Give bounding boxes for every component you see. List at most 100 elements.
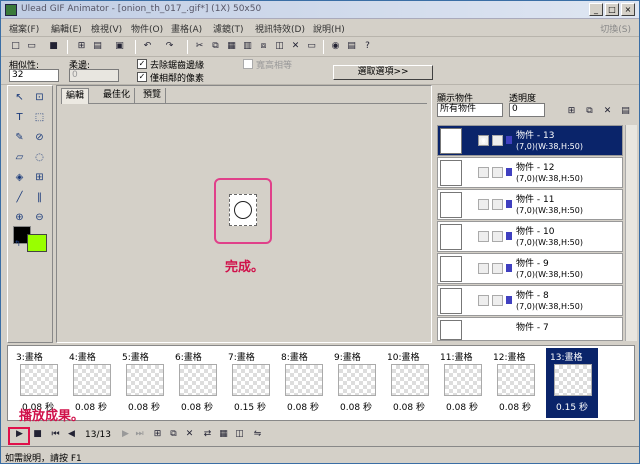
open-file-icon[interactable]: ▭ [25, 40, 38, 53]
tab-edit[interactable]: 編輯 [61, 88, 90, 104]
add-video-icon[interactable]: ▤ [91, 40, 104, 53]
object-list-scrollbar[interactable] [625, 125, 637, 341]
visibility-icon[interactable] [478, 167, 489, 178]
display-objects-select[interactable]: 所有物件 [437, 103, 503, 117]
next-frame-icon[interactable]: ▶ [119, 428, 132, 441]
lock-icon[interactable] [492, 295, 503, 306]
zoom-out-tool-icon[interactable]: ⊖ [32, 210, 47, 225]
background-color-swatch[interactable] [27, 234, 47, 252]
text-tool-icon[interactable]: T [12, 110, 27, 125]
add-image-icon[interactable]: ⊞ [75, 40, 88, 53]
copy-icon[interactable]: ⧉ [209, 40, 222, 53]
redo-icon[interactable]: ↷ [163, 40, 176, 53]
menu-video-effects[interactable]: 視訊特效(D) [255, 22, 305, 35]
same-size-checkbox[interactable] [243, 59, 253, 69]
menu-help[interactable]: 說明(H) [313, 22, 345, 35]
zoom-in-tool-icon[interactable]: ⊕ [12, 210, 27, 225]
opacity-input[interactable]: 0 [509, 103, 545, 117]
similarity-input[interactable]: 32 [9, 69, 59, 82]
select-options-button[interactable]: 選取選項>> [333, 65, 433, 80]
menu-file[interactable]: 檔案(F) [9, 22, 39, 35]
tab-preview[interactable]: 預覽 [139, 88, 167, 104]
frame-11[interactable]: 11:畫格 0.08 秒 [436, 348, 488, 418]
object-item-10[interactable]: 物件 - 10 (7,0)(W:38,H:50) [437, 221, 623, 252]
new-file-icon[interactable]: □ [9, 40, 22, 53]
menu-frame[interactable]: 畫格(A) [171, 22, 202, 35]
frame-10[interactable]: 10:畫格 0.08 秒 [383, 348, 435, 418]
first-frame-icon[interactable]: ⏮ [49, 428, 62, 441]
frame-13[interactable]: 13:畫格 0.15 秒 [546, 348, 598, 418]
visibility-icon[interactable] [478, 199, 489, 210]
delete-object-icon[interactable]: ✕ [601, 105, 614, 118]
duplicate-icon[interactable]: ⧈ [257, 40, 270, 53]
antialias-checkbox[interactable]: ✓ [137, 59, 147, 69]
save-icon[interactable]: ■ [47, 40, 60, 53]
object-item-13[interactable]: ◉ 物件 - 13 (7,0)(W:38,H:50) [437, 125, 623, 156]
frame-properties-bar-icon[interactable]: ◫ [233, 428, 246, 441]
reverse-icon[interactable]: ⇋ [251, 428, 264, 441]
object-item-7[interactable]: 物件 - 7 [437, 317, 623, 341]
frame-properties-icon[interactable]: ◫ [273, 40, 286, 53]
marquee-tool-icon[interactable]: ⬚ [32, 110, 47, 125]
banner-icon[interactable]: ▦ [217, 428, 230, 441]
maximize-button[interactable]: □ [605, 3, 619, 16]
duplicate-object-icon[interactable]: ⧉ [583, 105, 596, 118]
object-item-11[interactable]: 物件 - 11 (7,0)(W:38,H:50) [437, 189, 623, 220]
visibility-icon[interactable] [478, 295, 489, 306]
object-properties-icon[interactable]: ▤ [619, 105, 632, 118]
menu-switch[interactable]: 切換(S) [600, 22, 631, 35]
select-tool-icon[interactable]: ⊡ [32, 90, 47, 105]
object-item-12[interactable]: 物件 - 12 (7,0)(W:38,H:50) [437, 157, 623, 188]
paste-icon[interactable]: ▦ [225, 40, 238, 53]
video-effect-icon[interactable]: ▤ [345, 40, 358, 53]
delete-icon[interactable]: ✕ [289, 40, 302, 53]
lock-icon[interactable] [492, 135, 503, 146]
new-object-icon[interactable]: ⊞ [565, 105, 578, 118]
previous-frame-icon[interactable]: ◀ [65, 428, 78, 441]
crop-icon[interactable]: ▭ [305, 40, 318, 53]
lock-icon[interactable] [492, 199, 503, 210]
frame-6[interactable]: 6:畫格 0.08 秒 [171, 348, 223, 418]
close-button[interactable]: × [621, 3, 635, 16]
eraser-tool-icon[interactable]: ▱ [12, 150, 27, 165]
crop-tool-icon[interactable]: ⊞ [32, 170, 47, 185]
tween-icon[interactable]: ⇄ [201, 428, 214, 441]
lock-icon[interactable] [492, 167, 503, 178]
feather-input[interactable]: 0 [69, 69, 119, 82]
canvas-image[interactable] [229, 194, 257, 226]
visibility-icon[interactable]: ◉ [478, 135, 489, 146]
magic-wand-tool-icon[interactable]: ◌ [32, 150, 47, 165]
brush-tool-icon[interactable]: ✎ [12, 130, 27, 145]
frame-5[interactable]: 5:畫格 0.08 秒 [118, 348, 170, 418]
add-frame-bar-icon[interactable]: ⊞ [151, 428, 164, 441]
menu-object[interactable]: 物件(O) [131, 22, 163, 35]
cut-icon[interactable]: ✂ [193, 40, 206, 53]
frame-9[interactable]: 9:畫格 0.08 秒 [330, 348, 382, 418]
fill-tool-icon[interactable]: ◈ [12, 170, 27, 185]
duplicate-frame-icon[interactable]: ⧉ [167, 428, 180, 441]
eyedropper-tool-icon[interactable]: ╱ [12, 190, 27, 205]
visibility-icon[interactable] [478, 231, 489, 242]
lock-icon[interactable] [492, 263, 503, 274]
last-frame-icon[interactable]: ⏭ [133, 428, 146, 441]
frame-8[interactable]: 8:畫格 0.08 秒 [277, 348, 329, 418]
lasso-tool-icon[interactable]: ⊘ [32, 130, 47, 145]
menu-edit[interactable]: 編輯(E) [51, 22, 82, 35]
frame-12[interactable]: 12:畫格 0.08 秒 [489, 348, 541, 418]
tab-optimize[interactable]: 最佳化 [99, 88, 136, 104]
effect-icon[interactable]: ◉ [329, 40, 342, 53]
minimize-button[interactable]: _ [589, 3, 603, 16]
visibility-icon[interactable] [478, 263, 489, 274]
frame-7[interactable]: 7:畫格 0.15 秒 [224, 348, 276, 418]
add-frame-icon[interactable]: ▣ [113, 40, 126, 53]
adjacent-checkbox[interactable]: ✓ [137, 72, 147, 82]
object-item-8[interactable]: 物件 - 8 (7,0)(W:38,H:50) [437, 285, 623, 316]
delete-frame-icon[interactable]: ✕ [183, 428, 196, 441]
help-pointer-icon[interactable]: ? [361, 40, 374, 53]
menu-filter[interactable]: 濾鏡(T) [213, 22, 244, 35]
object-item-9[interactable]: 物件 - 9 (7,0)(W:38,H:50) [437, 253, 623, 284]
menu-view[interactable]: 檢視(V) [91, 22, 122, 35]
undo-icon[interactable]: ↶ [141, 40, 154, 53]
pointer-tool-icon[interactable]: ↖ [12, 90, 27, 105]
lock-icon[interactable] [492, 231, 503, 242]
